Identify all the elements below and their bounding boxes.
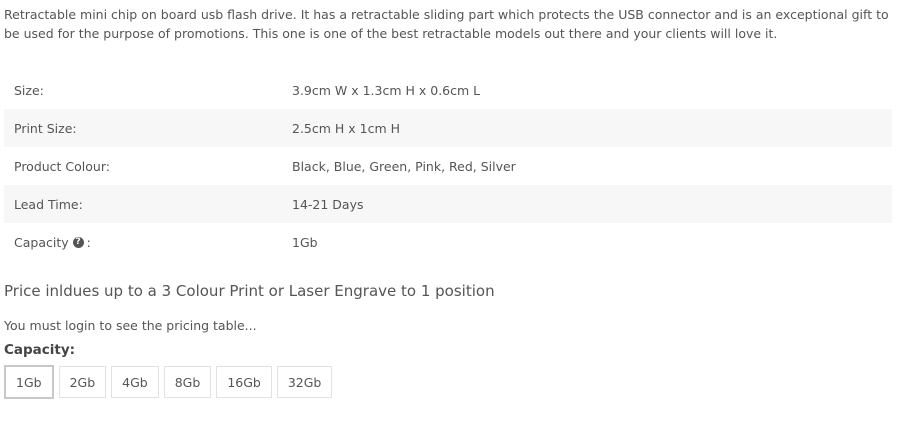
capacity-option-2gb[interactable]: 2Gb [58, 366, 107, 398]
spec-value: 3.9cm W x 1.3cm H x 0.6cm L [292, 82, 481, 98]
spec-label-capacity: Capacity ? : [4, 235, 292, 250]
price-note: Price inldues up to a 3 Colour Print or … [4, 282, 495, 300]
login-note: You must login to see the pricing table.… [4, 318, 257, 333]
spec-row-print-size: Print Size: 2.5cm H x 1cm H [4, 109, 892, 147]
spec-row-size: Size: 3.9cm W x 1.3cm H x 0.6cm L [4, 71, 892, 109]
spec-row-capacity: Capacity ? : 1Gb [4, 223, 892, 261]
spec-row-product-colour: Product Colour: Black, Blue, Green, Pink… [4, 147, 892, 185]
spec-label-suffix: : [86, 234, 91, 250]
spec-value: 14-21 Days [292, 196, 364, 212]
capacity-option-1gb[interactable]: 1Gb [4, 365, 54, 399]
capacity-heading: Capacity: [4, 342, 76, 358]
spec-label: Capacity [14, 234, 69, 250]
spec-value: Black, Blue, Green, Pink, Red, Silver [292, 158, 516, 174]
specifications-table: Size: 3.9cm W x 1.3cm H x 0.6cm L Print … [4, 71, 892, 261]
capacity-option-32gb[interactable]: 32Gb [276, 366, 333, 398]
capacity-option-8gb[interactable]: 8Gb [163, 366, 212, 398]
capacity-options: 1Gb 2Gb 4Gb 8Gb 16Gb 32Gb [4, 365, 337, 399]
spec-label: Print Size: [14, 120, 77, 136]
capacity-option-16gb[interactable]: 16Gb [216, 366, 272, 398]
spec-value: 1Gb [292, 234, 318, 250]
spec-label: Lead Time: [14, 196, 83, 212]
spec-label: Product Colour: [14, 158, 110, 174]
product-description: Retractable mini chip on board usb flash… [4, 7, 889, 41]
capacity-option-4gb[interactable]: 4Gb [111, 366, 159, 398]
question-circle-icon[interactable]: ? [72, 236, 84, 248]
spec-value: 2.5cm H x 1cm H [292, 120, 401, 136]
spec-label: Size: [14, 82, 44, 98]
spec-row-lead-time: Lead Time: 14-21 Days [4, 185, 892, 223]
